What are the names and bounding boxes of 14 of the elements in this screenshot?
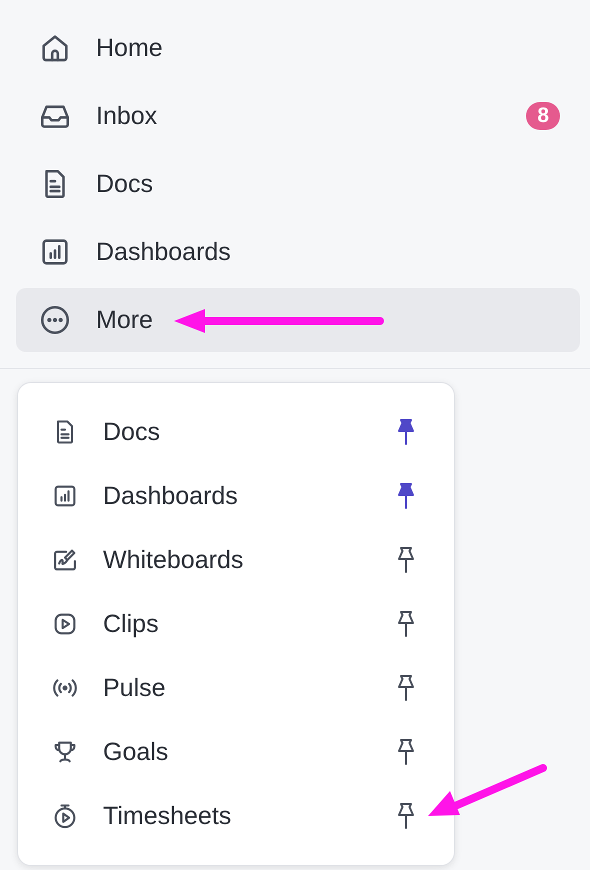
more-icon [38, 303, 72, 337]
menu-item[interactable]: Timesheets [18, 784, 454, 848]
sidebar-item[interactable]: Dashboards [16, 220, 580, 284]
sidebar-item[interactable]: More [16, 288, 580, 352]
sidebar-item[interactable]: Inbox 8 [16, 84, 580, 148]
count-badge: 8 [526, 102, 560, 130]
menu-item[interactable]: Clips [18, 592, 454, 656]
sidebar-item[interactable]: Docs [16, 152, 580, 216]
menu-item[interactable]: Goals [18, 720, 454, 784]
sidebar-item[interactable]: Home [16, 16, 580, 80]
menu-item[interactable]: Whiteboards [18, 528, 454, 592]
menu-item[interactable]: Dashboards [18, 464, 454, 528]
menu-item[interactable]: Pulse [18, 656, 454, 720]
menu-item[interactable]: Docs [18, 400, 454, 464]
